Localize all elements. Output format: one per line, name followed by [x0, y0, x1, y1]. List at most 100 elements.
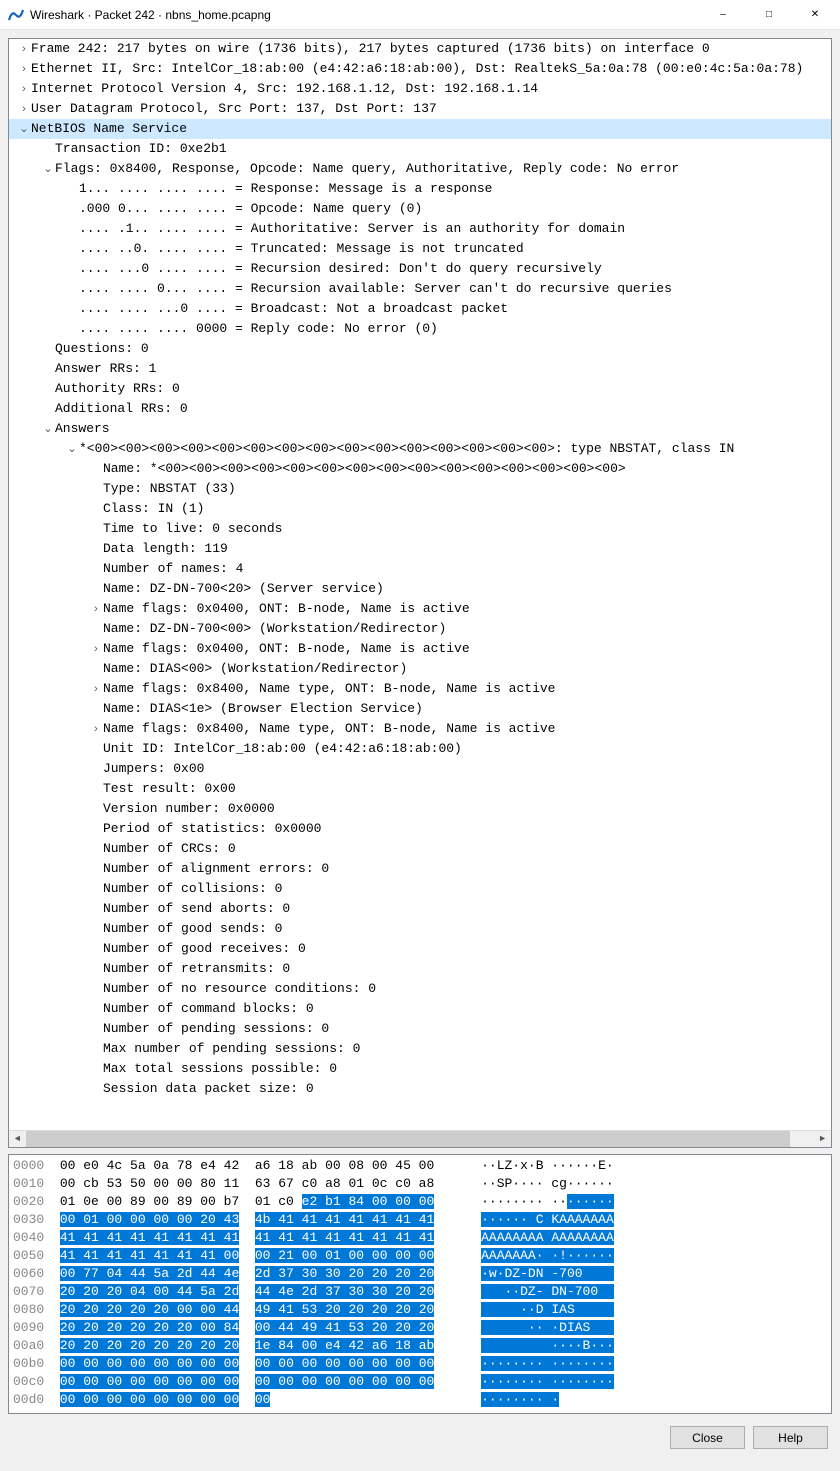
tree-row-text: Ethernet II, Src: IntelCor_18:ab:00 (e4:…	[31, 59, 803, 79]
tree-row-text: Name: *<00><00><00><00><00><00><00><00><…	[103, 459, 626, 479]
hex-row[interactable]: 0090 20 20 20 20 20 20 00 84 00 44 49 41…	[13, 1319, 827, 1337]
expand-icon[interactable]: ›	[17, 39, 31, 59]
tree-row[interactable]: Answer RRs: 1	[9, 359, 831, 379]
tree-row[interactable]: .... ...0 .... .... = Recursion desired:…	[9, 259, 831, 279]
tree-row-text: Name: DZ-DN-700<00> (Workstation/Redirec…	[103, 619, 446, 639]
hex-row[interactable]: 0070 20 20 20 04 00 44 5a 2d 44 4e 2d 37…	[13, 1283, 827, 1301]
tree-row[interactable]: ›Ethernet II, Src: IntelCor_18:ab:00 (e4…	[9, 59, 831, 79]
hex-row[interactable]: 0040 41 41 41 41 41 41 41 41 41 41 41 41…	[13, 1229, 827, 1247]
tree-row[interactable]: .... .... .... 0000 = Reply code: No err…	[9, 319, 831, 339]
scroll-right-button[interactable]: ►	[814, 1131, 831, 1148]
tree-row[interactable]: Test result: 0x00	[9, 779, 831, 799]
tree-row[interactable]: ›Internet Protocol Version 4, Src: 192.1…	[9, 79, 831, 99]
tree-row-text: Number of collisions: 0	[103, 879, 282, 899]
hex-row[interactable]: 0050 41 41 41 41 41 41 41 00 00 21 00 01…	[13, 1247, 827, 1265]
tree-row[interactable]: ⌄Answers	[9, 419, 831, 439]
tree-row[interactable]: Authority RRs: 0	[9, 379, 831, 399]
tree-row[interactable]: ›Name flags: 0x0400, ONT: B-node, Name i…	[9, 599, 831, 619]
tree-row-text: Name flags: 0x0400, ONT: B-node, Name is…	[103, 639, 470, 659]
collapse-icon[interactable]: ⌄	[65, 439, 79, 459]
tree-row[interactable]: .... ..0. .... .... = Truncated: Message…	[9, 239, 831, 259]
hex-row[interactable]: 0060 00 77 04 44 5a 2d 44 4e 2d 37 30 30…	[13, 1265, 827, 1283]
tree-row[interactable]: Max number of pending sessions: 0	[9, 1039, 831, 1059]
expand-icon[interactable]: ›	[89, 719, 103, 739]
tree-row[interactable]: ⌄NetBIOS Name Service	[9, 119, 831, 139]
tree-row[interactable]: Number of alignment errors: 0	[9, 859, 831, 879]
tree-row-text: Name: DIAS<00> (Workstation/Redirector)	[103, 659, 407, 679]
tree-row[interactable]: Number of retransmits: 0	[9, 959, 831, 979]
tree-row[interactable]: Period of statistics: 0x0000	[9, 819, 831, 839]
tree-row[interactable]: ⌄Flags: 0x8400, Response, Opcode: Name q…	[9, 159, 831, 179]
tree-row-text: 1... .... .... .... = Response: Message …	[79, 179, 492, 199]
tree-row[interactable]: Name: *<00><00><00><00><00><00><00><00><…	[9, 459, 831, 479]
tree-row[interactable]: Number of pending sessions: 0	[9, 1019, 831, 1039]
wireshark-icon	[8, 7, 24, 23]
tree-row[interactable]: Number of CRCs: 0	[9, 839, 831, 859]
tree-row[interactable]: Additional RRs: 0	[9, 399, 831, 419]
tree-row[interactable]: ›Frame 242: 217 bytes on wire (1736 bits…	[9, 39, 831, 59]
tree-row[interactable]: Number of names: 4	[9, 559, 831, 579]
tree-row[interactable]: .... .... 0... .... = Recursion availabl…	[9, 279, 831, 299]
hex-row[interactable]: 0020 01 0e 00 89 00 89 00 b7 01 c0 e2 b1…	[13, 1193, 827, 1211]
hex-row[interactable]: 0080 20 20 20 20 20 00 00 44 49 41 53 20…	[13, 1301, 827, 1319]
tree-row[interactable]: ›Name flags: 0x8400, Name type, ONT: B-n…	[9, 719, 831, 739]
tree-row[interactable]: .000 0... .... .... = Opcode: Name query…	[9, 199, 831, 219]
packet-bytes-hex[interactable]: 0000 00 e0 4c 5a 0a 78 e4 42 a6 18 ab 00…	[8, 1154, 832, 1414]
tree-row[interactable]: Name: DZ-DN-700<00> (Workstation/Redirec…	[9, 619, 831, 639]
tree-row[interactable]: Number of good sends: 0	[9, 919, 831, 939]
tree-row[interactable]: .... .1.. .... .... = Authoritative: Ser…	[9, 219, 831, 239]
tree-row[interactable]: Name: DIAS<00> (Workstation/Redirector)	[9, 659, 831, 679]
expand-icon[interactable]: ›	[89, 679, 103, 699]
hex-row[interactable]: 00a0 20 20 20 20 20 20 20 20 1e 84 00 e4…	[13, 1337, 827, 1355]
tree-row[interactable]: Unit ID: IntelCor_18:ab:00 (e4:42:a6:18:…	[9, 739, 831, 759]
collapse-icon[interactable]: ⌄	[17, 119, 31, 139]
collapse-icon[interactable]: ⌄	[41, 159, 55, 179]
expand-icon[interactable]: ›	[17, 59, 31, 79]
tree-row[interactable]: Max total sessions possible: 0	[9, 1059, 831, 1079]
close-button[interactable]: Close	[670, 1426, 745, 1449]
tree-row[interactable]: Jumpers: 0x00	[9, 759, 831, 779]
tree-row[interactable]: ›Name flags: 0x8400, Name type, ONT: B-n…	[9, 679, 831, 699]
tree-row[interactable]: Number of collisions: 0	[9, 879, 831, 899]
tree-row[interactable]: .... .... ...0 .... = Broadcast: Not a b…	[9, 299, 831, 319]
hex-row[interactable]: 00c0 00 00 00 00 00 00 00 00 00 00 00 00…	[13, 1373, 827, 1391]
tree-row[interactable]: Questions: 0	[9, 339, 831, 359]
tree-row[interactable]: Data length: 119	[9, 539, 831, 559]
tree-row[interactable]: Type: NBSTAT (33)	[9, 479, 831, 499]
collapse-icon[interactable]: ⌄	[41, 419, 55, 439]
button-bar: Close Help	[8, 1420, 832, 1453]
hex-row[interactable]: 0010 00 cb 53 50 00 00 80 11 63 67 c0 a8…	[13, 1175, 827, 1193]
tree-row[interactable]: Version number: 0x0000	[9, 799, 831, 819]
tree-row[interactable]: Session data packet size: 0	[9, 1079, 831, 1099]
tree-row[interactable]: Time to live: 0 seconds	[9, 519, 831, 539]
minimize-button[interactable]: –	[700, 0, 746, 30]
tree-row[interactable]: ›User Datagram Protocol, Src Port: 137, …	[9, 99, 831, 119]
tree-row[interactable]: ›Name flags: 0x0400, ONT: B-node, Name i…	[9, 639, 831, 659]
tree-row[interactable]: Number of no resource conditions: 0	[9, 979, 831, 999]
hex-row[interactable]: 0030 00 01 00 00 00 00 20 43 4b 41 41 41…	[13, 1211, 827, 1229]
tree-row[interactable]: Class: IN (1)	[9, 499, 831, 519]
tree-row-text: Number of CRCs: 0	[103, 839, 236, 859]
hex-row[interactable]: 00b0 00 00 00 00 00 00 00 00 00 00 00 00…	[13, 1355, 827, 1373]
hex-row[interactable]: 0000 00 e0 4c 5a 0a 78 e4 42 a6 18 ab 00…	[13, 1157, 827, 1175]
tree-row[interactable]: 1... .... .... .... = Response: Message …	[9, 179, 831, 199]
tree-row[interactable]: Name: DZ-DN-700<20> (Server service)	[9, 579, 831, 599]
tree-row-text: Session data packet size: 0	[103, 1079, 314, 1099]
expand-icon[interactable]: ›	[17, 99, 31, 119]
packet-details-tree[interactable]: ›Frame 242: 217 bytes on wire (1736 bits…	[8, 38, 832, 1148]
help-button[interactable]: Help	[753, 1426, 828, 1449]
tree-row[interactable]: ⌄*<00><00><00><00><00><00><00><00><00><0…	[9, 439, 831, 459]
tree-row[interactable]: Name: DIAS<1e> (Browser Election Service…	[9, 699, 831, 719]
expand-icon[interactable]: ›	[17, 79, 31, 99]
expand-icon[interactable]: ›	[89, 639, 103, 659]
tree-row[interactable]: Number of send aborts: 0	[9, 899, 831, 919]
scroll-left-button[interactable]: ◄	[9, 1131, 26, 1148]
tree-row[interactable]: Number of command blocks: 0	[9, 999, 831, 1019]
hex-row[interactable]: 00d0 00 00 00 00 00 00 00 00 00 ········…	[13, 1391, 827, 1409]
maximize-button[interactable]: □	[746, 0, 792, 30]
tree-row[interactable]: Transaction ID: 0xe2b1	[9, 139, 831, 159]
tree-row[interactable]: Number of good receives: 0	[9, 939, 831, 959]
expand-icon[interactable]: ›	[89, 599, 103, 619]
tree-hscroll[interactable]: ◄ ►	[9, 1130, 831, 1147]
close-window-button[interactable]: ✕	[792, 0, 838, 30]
